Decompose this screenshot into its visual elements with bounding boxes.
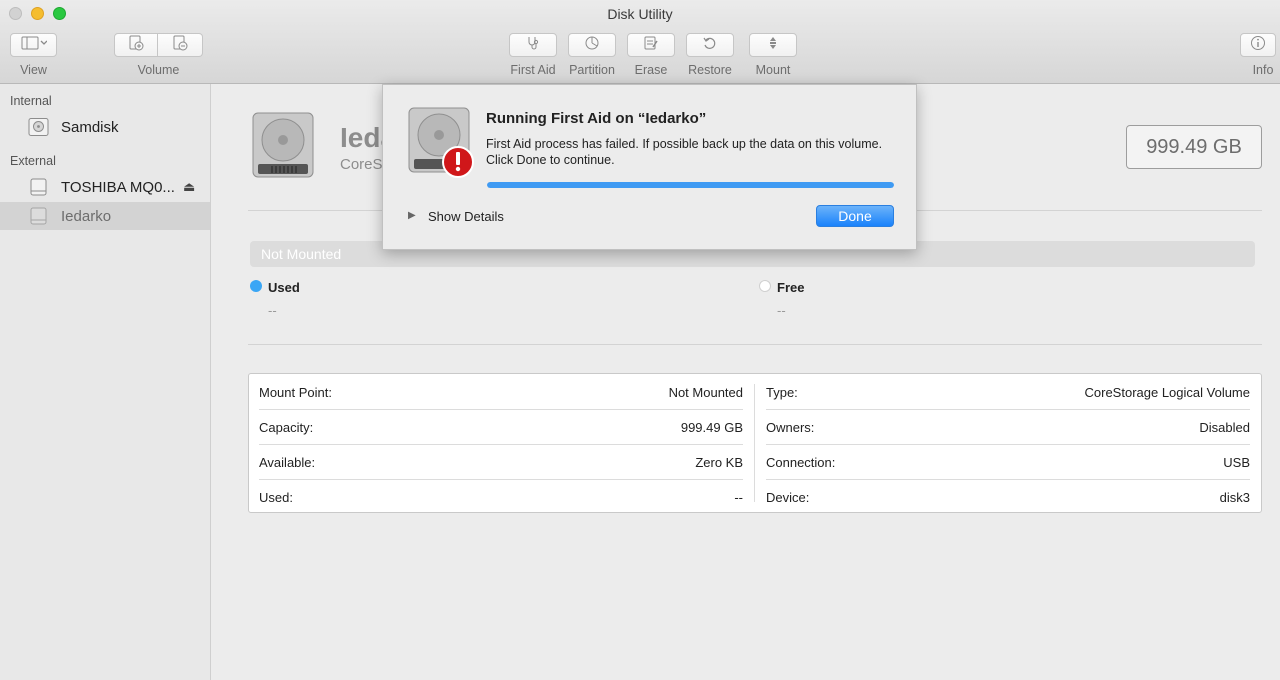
info-value: Zero KB [695,455,743,470]
info-row-type: Type: CoreStorage Logical Volume [756,374,1261,409]
info-row-available: Available: Zero KB [249,444,754,479]
info-key: Type: [766,385,798,400]
sheet-title: Running First Aid on “Iedarko” [486,110,707,127]
window-title: Disk Utility [607,6,673,22]
used-label: Used [268,280,300,295]
show-details-toggle[interactable]: Show Details [428,209,504,224]
info-button[interactable] [1240,33,1276,57]
info-row-used: Used: -- [249,479,754,514]
info-value: disk3 [1219,490,1250,505]
view-button[interactable] [10,33,57,57]
mount-icon [765,35,781,56]
mount-button[interactable] [749,33,797,57]
divider [248,344,1262,345]
progress-fill [487,182,894,188]
info-value: USB [1223,455,1250,470]
info-row-device: Device: disk3 [756,479,1261,514]
sidebar-item-iedarko[interactable]: Iedarko [0,202,210,230]
volume-subtitle: CoreS [340,156,383,173]
add-volume-button[interactable] [114,33,158,57]
used-value: -- [268,303,277,318]
done-button[interactable]: Done [816,205,894,227]
restore-button[interactable] [686,33,734,57]
sidebar-toggle-icon [21,35,47,56]
stethoscope-icon [525,35,541,56]
first-aid-button[interactable] [509,33,557,57]
info-key: Owners: [766,420,815,435]
sidebar-item-label: Samdisk [61,118,119,136]
remove-volume-button[interactable] [158,33,203,57]
sidebar-item-toshiba[interactable]: TOSHIBA MQ0... ⏏ [0,173,210,201]
sidebar: Internal Samdisk External TOSHIBA MQ0...… [0,84,211,680]
volume-info-table: Mount Point: Not Mounted Capacity: 999.4… [248,373,1262,513]
info-value: Disabled [1199,420,1250,435]
info-key: Used: [259,490,293,505]
info-value: -- [734,490,743,505]
info-row-mount-point: Mount Point: Not Mounted [249,374,754,409]
internal-disk-icon [28,118,49,136]
info-key: Device: [766,490,810,505]
erase-button[interactable] [627,33,675,57]
partition-button[interactable] [568,33,616,57]
disclosure-triangle-icon[interactable]: ▶ [408,210,416,221]
volume-label: Volume [137,63,180,77]
hard-disk-icon [252,112,314,178]
info-row-connection: Connection: USB [756,444,1261,479]
info-icon [1250,35,1266,56]
capacity-badge: 999.49 GB [1126,125,1262,169]
first-aid-sheet: Running First Aid on “Iedarko” First Aid… [382,84,917,250]
erase-disk-icon [643,35,659,56]
sheet-message: First Aid process has failed. If possibl… [486,137,883,167]
volume-icon [28,207,49,225]
info-label: Info [1252,63,1274,77]
view-label: View [20,63,47,77]
info-value: CoreStorage Logical Volume [1084,385,1251,400]
window-toolbar: Disk Utility View Volume First Aid Parti… [0,0,1280,84]
first-aid-label: First Aid [510,63,556,77]
info-value: Not Mounted [668,385,743,400]
free-color-dot [759,280,771,292]
info-row-capacity: Capacity: 999.49 GB [249,409,754,444]
disk-error-icon [408,107,474,179]
mount-label: Mount [755,63,791,77]
info-key: Available: [259,455,316,470]
free-label: Free [777,280,805,295]
used-color-dot [250,280,262,292]
sidebar-item-label: Iedarko [61,207,112,225]
info-value: 999.49 GB [680,420,743,435]
info-key: Capacity: [259,420,314,435]
erase-label: Erase [634,63,668,77]
column-divider [754,384,755,502]
sidebar-item-samdisk[interactable]: Samdisk [0,113,210,141]
sidebar-section-external: External [10,154,56,168]
eject-icon[interactable]: ⏏ [183,179,195,195]
remove-volume-icon [172,35,188,56]
partition-label: Partition [569,63,615,77]
info-row-owners: Owners: Disabled [756,409,1261,444]
info-key: Connection: [766,455,836,470]
info-key: Mount Point: [259,385,332,400]
first-aid-progress-bar [487,182,894,188]
restore-label: Restore [688,63,732,77]
pie-chart-icon [584,35,600,56]
sidebar-item-label: TOSHIBA MQ0... [61,178,175,196]
free-value: -- [777,303,786,318]
add-volume-icon [128,35,144,56]
restore-arrow-icon [702,35,718,56]
external-disk-icon [28,178,49,196]
sidebar-section-internal: Internal [10,94,52,108]
